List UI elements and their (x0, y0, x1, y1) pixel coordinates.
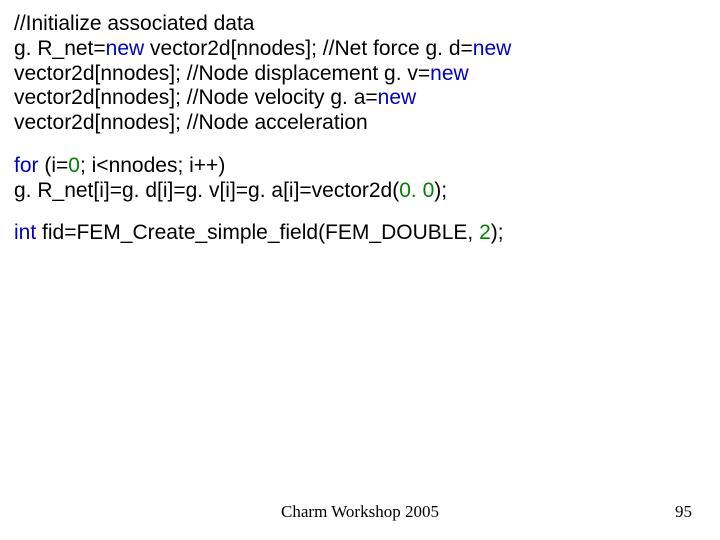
code-block-2: for (i=0; i<nnodes; i++) g. R_net[i]=g. … (14, 154, 706, 204)
code-text: fid=FEM_Create_simple_field(FEM_DOUBLE, (36, 221, 479, 244)
code-text: g. R_net= (14, 37, 106, 60)
keyword-int: int (14, 221, 36, 244)
code-block-1: //Initialize associated data g. R_net=ne… (14, 12, 706, 136)
footer-text: Charm Workshop 2005 (0, 502, 720, 522)
number-literal: 2 (479, 221, 491, 244)
code-text: vector2d[nnodes]; //Node acceleration (14, 111, 368, 134)
number-literal: 0. 0 (399, 179, 434, 202)
keyword-new: new (378, 86, 417, 109)
code-text: ; i<nnodes; i++) (80, 154, 225, 177)
code-text: vector2d[nnodes]; //Node displacement g.… (14, 62, 430, 85)
keyword-for: for (14, 154, 39, 177)
code-text: ); (491, 221, 504, 244)
code-block-3: int fid=FEM_Create_simple_field(FEM_DOUB… (14, 221, 706, 246)
keyword-new: new (430, 62, 469, 85)
keyword-new: new (473, 37, 512, 60)
code-text: g. R_net[i]=g. d[i]=g. v[i]=g. a[i]=vect… (14, 179, 399, 202)
code-text: vector2d[nnodes]; //Net force g. d= (144, 37, 473, 60)
code-text: (i= (39, 154, 69, 177)
code-text: ); (434, 179, 447, 202)
code-text: vector2d[nnodes]; //Node velocity g. a= (14, 86, 378, 109)
comment-line: //Initialize associated data (14, 12, 254, 35)
page-number: 95 (675, 502, 692, 522)
keyword-new: new (106, 37, 145, 60)
number-literal: 0 (68, 154, 80, 177)
